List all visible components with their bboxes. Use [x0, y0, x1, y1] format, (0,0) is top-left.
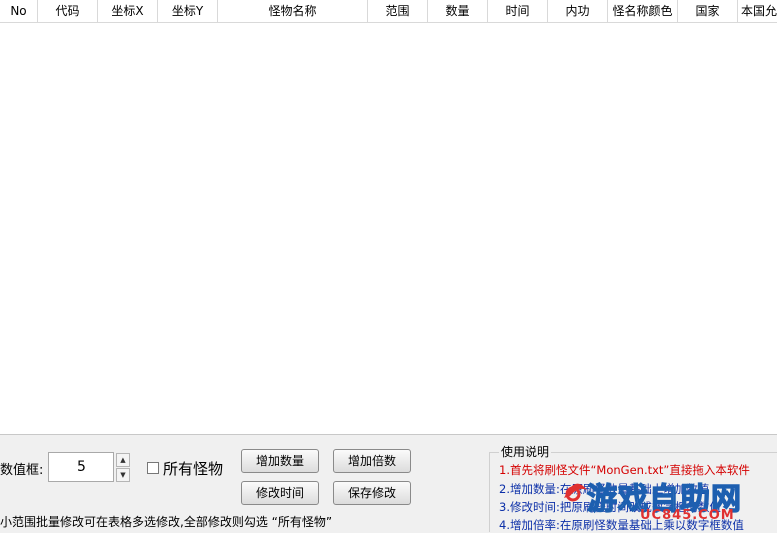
monster-table[interactable]: No 代码 坐标X 坐标Y 怪物名称 范围 数量 时间 内功 怪名称颜色 国家 … — [0, 0, 777, 435]
col-range[interactable]: 范围 — [368, 0, 428, 22]
help-title: 使用说明 — [499, 443, 552, 460]
spin-down-icon[interactable]: ▼ — [116, 468, 130, 482]
col-no[interactable]: No — [0, 0, 38, 22]
add-count-button[interactable]: 增加数量 — [241, 449, 319, 473]
save-button[interactable]: 保存修改 — [333, 481, 411, 505]
value-input[interactable] — [48, 452, 114, 482]
add-multiplier-button[interactable]: 增加倍数 — [333, 449, 411, 473]
watermark-url: UC845.COM — [640, 508, 735, 523]
col-coord-y[interactable]: 坐标Y — [158, 0, 218, 22]
value-label: 数值框: — [0, 463, 44, 478]
all-monsters-label[interactable]: 所有怪物 — [163, 458, 223, 479]
col-inner-power[interactable]: 内功 — [548, 0, 608, 22]
all-monsters-checkbox[interactable] — [147, 462, 159, 474]
spin-up-icon[interactable]: ▲ — [116, 453, 130, 467]
col-time[interactable]: 时间 — [488, 0, 548, 22]
col-monster-name[interactable]: 怪物名称 — [218, 0, 368, 22]
col-count[interactable]: 数量 — [428, 0, 488, 22]
col-name-color[interactable]: 怪名称颜色 — [608, 0, 678, 22]
hint-text: 小范围批量修改可在表格多选修改,全部修改则勾选 “所有怪物” — [0, 515, 333, 529]
watermark-logo-icon — [564, 483, 587, 502]
col-code[interactable]: 代码 — [38, 0, 98, 22]
table-header: No 代码 坐标X 坐标Y 怪物名称 范围 数量 时间 内功 怪名称颜色 国家 … — [0, 0, 777, 23]
value-spinner: ▲ ▼ — [116, 453, 130, 482]
col-country[interactable]: 国家 — [678, 0, 738, 22]
modify-time-button[interactable]: 修改时间 — [241, 481, 319, 505]
col-home-country[interactable]: 本国允 — [738, 0, 777, 22]
col-coord-x[interactable]: 坐标X — [98, 0, 158, 22]
